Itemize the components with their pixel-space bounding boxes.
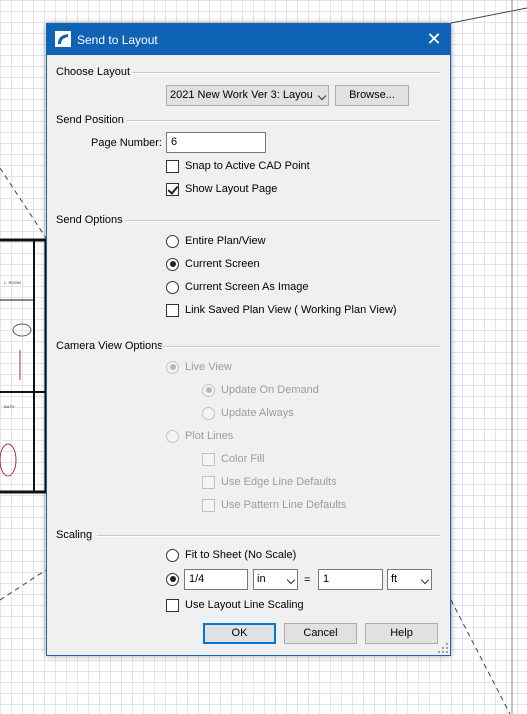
checkbox-box[interactable] bbox=[166, 159, 179, 173]
fit-to-sheet-label: Fit to Sheet (No Scale) bbox=[185, 549, 297, 561]
divider bbox=[127, 120, 440, 122]
use-edge-line-defaults-checkbox: Use Edge Line Defaults bbox=[202, 474, 337, 490]
close-button[interactable]: ✕ bbox=[418, 24, 450, 55]
checkbox-box[interactable] bbox=[166, 303, 179, 317]
model-unit-value: ft bbox=[391, 573, 398, 585]
snap-label: Snap to Active CAD Point bbox=[185, 160, 310, 172]
radio-button[interactable] bbox=[166, 280, 179, 294]
update-on-demand-label: Update On Demand bbox=[221, 384, 319, 396]
chevron-down-icon bbox=[286, 575, 296, 585]
radio-button[interactable] bbox=[166, 234, 179, 248]
use-layout-line-scaling-checkbox[interactable]: Use Layout Line Scaling bbox=[166, 597, 304, 613]
dashed-guide-line bbox=[450, 599, 511, 714]
checkbox-box[interactable] bbox=[166, 598, 179, 612]
browse-button[interactable]: Browse... bbox=[335, 85, 409, 106]
layout-select-value: 2021 New Work Ver 3: Layou bbox=[170, 89, 312, 101]
dialog-title: Send to Layout bbox=[77, 33, 158, 47]
divider bbox=[97, 535, 440, 537]
live-view-radio: Live View bbox=[166, 359, 232, 375]
use-layout-line-label: Use Layout Line Scaling bbox=[185, 599, 304, 611]
plot-lines-radio: Plot Lines bbox=[166, 428, 233, 444]
dashed-guide-line bbox=[0, 569, 47, 601]
show-layout-label: Show Layout Page bbox=[185, 183, 278, 195]
live-view-label: Live View bbox=[185, 361, 232, 373]
update-always-label: Update Always bbox=[221, 407, 294, 419]
snap-to-cad-point-checkbox[interactable]: Snap to Active CAD Point bbox=[166, 158, 310, 174]
use-pattern-label: Use Pattern Line Defaults bbox=[221, 499, 347, 511]
send-position-section-label: Send Position bbox=[56, 114, 124, 126]
custom-scale-radio[interactable] bbox=[166, 571, 185, 587]
equals-sign: = bbox=[304, 574, 311, 586]
scale-unit-value: in bbox=[257, 573, 266, 585]
dashed-guide-line bbox=[0, 167, 47, 239]
radio-button bbox=[202, 406, 215, 420]
ok-button[interactable]: OK bbox=[203, 623, 276, 644]
send-to-layout-dialog: Send to Layout ✕ Choose Layout 2021 New … bbox=[46, 23, 451, 656]
send-options-section-label: Send Options bbox=[56, 214, 123, 226]
plot-lines-label: Plot Lines bbox=[185, 430, 234, 442]
entire-plan-label: Entire Plan/View bbox=[185, 235, 266, 247]
link-saved-plan-view-checkbox[interactable]: Link Saved Plan View ( Working Plan View… bbox=[166, 302, 397, 318]
checkbox-box bbox=[202, 452, 215, 466]
choose-layout-section-label: Choose Layout bbox=[56, 66, 130, 78]
radio-button[interactable] bbox=[166, 572, 179, 586]
resize-grip-icon[interactable] bbox=[438, 643, 448, 653]
divider bbox=[133, 72, 440, 74]
checkbox-box[interactable] bbox=[166, 182, 179, 196]
page-number-label: Page Number: bbox=[91, 137, 162, 149]
layout-select[interactable]: 2021 New Work Ver 3: Layou bbox=[166, 85, 329, 106]
show-layout-page-checkbox[interactable]: Show Layout Page bbox=[166, 181, 277, 197]
current-screen-label: Current Screen bbox=[185, 258, 260, 270]
use-edge-label: Use Edge Line Defaults bbox=[221, 476, 337, 488]
radio-button bbox=[166, 429, 179, 443]
radio-button bbox=[202, 383, 215, 397]
divider bbox=[126, 220, 440, 222]
current-screen-image-label: Current Screen As Image bbox=[185, 281, 309, 293]
link-saved-label: Link Saved Plan View ( Working Plan View… bbox=[185, 304, 397, 316]
plan-line bbox=[450, 7, 527, 24]
current-screen-image-radio[interactable]: Current Screen As Image bbox=[166, 279, 309, 295]
scale-value-input[interactable]: 1/4 bbox=[184, 569, 248, 590]
radio-button[interactable] bbox=[166, 257, 179, 271]
color-fill-checkbox: Color Fill bbox=[202, 451, 264, 467]
room-label: L. ROOM bbox=[4, 280, 21, 285]
app-icon bbox=[55, 31, 71, 47]
update-on-demand-radio: Update On Demand bbox=[202, 382, 319, 398]
use-pattern-line-defaults-checkbox: Use Pattern Line Defaults bbox=[202, 497, 346, 513]
scale-unit-select[interactable]: in bbox=[253, 569, 298, 590]
model-value-input[interactable]: 1 bbox=[318, 569, 383, 590]
page-number-input[interactable]: 6 bbox=[166, 132, 266, 153]
update-always-radio: Update Always bbox=[202, 405, 294, 421]
entire-plan-radio[interactable]: Entire Plan/View bbox=[166, 233, 266, 249]
divider bbox=[161, 346, 440, 348]
title-bar[interactable]: Send to Layout ✕ bbox=[47, 24, 450, 55]
model-unit-select[interactable]: ft bbox=[387, 569, 432, 590]
chevron-down-icon bbox=[420, 575, 430, 585]
checkbox-box bbox=[202, 498, 215, 512]
camera-view-section-label: Camera View Options bbox=[56, 340, 163, 352]
color-fill-label: Color Fill bbox=[221, 453, 265, 465]
room-label: BATH bbox=[4, 404, 14, 409]
plan-wall bbox=[0, 238, 48, 494]
current-screen-radio[interactable]: Current Screen bbox=[166, 256, 260, 272]
help-button[interactable]: Help bbox=[365, 623, 438, 644]
scaling-section-label: Scaling bbox=[56, 529, 93, 541]
cancel-button[interactable]: Cancel bbox=[284, 623, 357, 644]
radio-button bbox=[166, 360, 179, 374]
fit-to-sheet-radio[interactable]: Fit to Sheet (No Scale) bbox=[166, 547, 296, 563]
chevron-down-icon bbox=[317, 91, 327, 101]
checkbox-box bbox=[202, 475, 215, 489]
radio-button[interactable] bbox=[166, 548, 179, 562]
close-icon: ✕ bbox=[426, 29, 442, 49]
